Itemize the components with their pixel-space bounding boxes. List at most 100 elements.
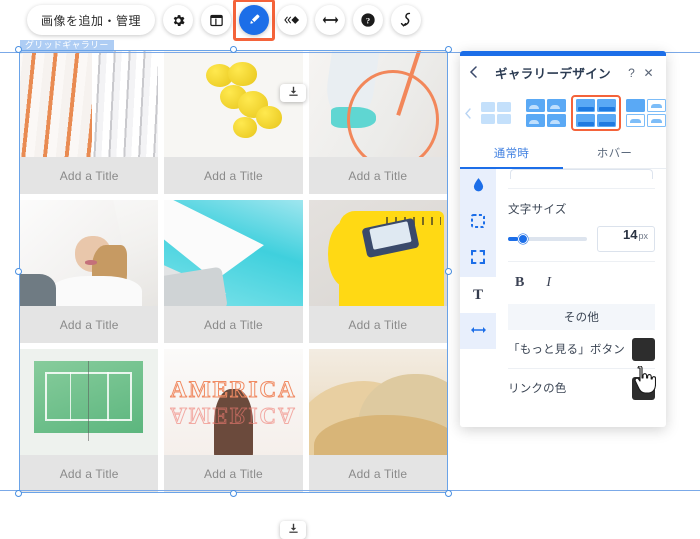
link-color-label: リンクの色 (508, 383, 567, 395)
layout-option-partial[interactable] (471, 95, 521, 131)
resize-handle-mid-left[interactable] (15, 268, 22, 275)
resize-handle-mid-right[interactable] (445, 268, 452, 275)
resize-handle-bottom-center[interactable] (230, 490, 237, 497)
bold-button[interactable]: B (515, 275, 524, 291)
rail-item-text[interactable]: T (460, 277, 496, 313)
panel-back-button[interactable] (469, 65, 483, 80)
more-button-label: 「もっと見る」ボタン (508, 344, 625, 356)
tile-photo (164, 200, 303, 306)
layout-thumb (526, 99, 545, 112)
scrolled-field-remnant (510, 169, 653, 179)
layout-thumb (547, 114, 566, 127)
tile-caption[interactable]: Add a Title (164, 455, 303, 492)
resize-handle-top-right[interactable] (445, 46, 452, 53)
layout-thumb (576, 114, 595, 127)
gallery-tile[interactable]: Add a Title (308, 200, 447, 343)
panel-close-button[interactable]: ✕ (640, 66, 657, 80)
horizontal-arrows-icon (322, 14, 339, 26)
tile-photo (20, 349, 159, 455)
add-manage-images-button[interactable]: 画像を追加・管理 (27, 5, 156, 35)
stretch-handle-top[interactable] (280, 84, 306, 102)
droplet-icon (473, 177, 484, 197)
download-arrow-icon (288, 521, 299, 539)
rail-item-color[interactable] (460, 169, 496, 205)
help-button[interactable]: ? (353, 5, 384, 35)
layout-thumb (481, 102, 495, 112)
building-photo (20, 51, 159, 157)
design-brush-button[interactable] (233, 0, 276, 41)
resize-handle-bottom-left[interactable] (15, 490, 22, 497)
tile-caption[interactable]: Add a Title (308, 455, 447, 492)
font-size-unit: px (638, 231, 648, 241)
gallery-component[interactable]: グリッドギャラリー Add a Title Add a Title Add a … (15, 39, 452, 497)
section-other-header[interactable]: その他 (508, 304, 655, 330)
tile-caption[interactable]: Add a Title (20, 306, 159, 343)
gallery-tile[interactable]: AMERICA AMERICA Add a Title (164, 349, 303, 492)
america-sign-text-reflection: AMERICA (170, 403, 297, 429)
gallery-tile[interactable]: Add a Title (20, 349, 159, 492)
tile-caption[interactable]: Add a Title (308, 306, 447, 343)
sand-dune-photo (308, 349, 447, 455)
more-button-color-swatch[interactable] (632, 337, 655, 361)
tile-photo (308, 51, 447, 157)
gallery-name-badge: グリッドギャラリー (20, 39, 114, 52)
gallery-tile[interactable]: Add a Title (164, 200, 303, 343)
slider-knob[interactable] (518, 234, 529, 244)
rail-item-border[interactable] (460, 205, 496, 241)
link-color-swatch[interactable] (632, 376, 655, 400)
layout-thumb (647, 114, 666, 127)
canvas-guide-line-bottom (0, 490, 700, 491)
resize-handle-top-center[interactable] (230, 46, 237, 53)
tennis-court-photo (20, 349, 159, 455)
resize-handle-top-left[interactable] (15, 46, 22, 53)
layout-prev-button[interactable] (464, 107, 471, 119)
layout-thumb (526, 114, 545, 127)
gallery-tile[interactable]: Add a Title (20, 200, 159, 343)
link-button[interactable] (391, 5, 422, 35)
layout-thumb (597, 114, 616, 127)
option-row-link-color: リンクの色 (508, 369, 655, 407)
rail-item-spacing[interactable] (460, 313, 496, 349)
panel-icon-rail: T (460, 169, 496, 427)
gear-icon (171, 13, 186, 28)
stretch-handle-bottom[interactable] (280, 521, 306, 539)
gallery-tile[interactable]: Add a Title (20, 51, 159, 194)
animation-button[interactable] (277, 5, 308, 35)
rail-item-corners[interactable] (460, 241, 496, 277)
layout-thumb (626, 99, 645, 112)
brush-icon (246, 12, 262, 28)
gallery-tile[interactable]: Add a Title (308, 349, 447, 492)
layout-thumb (497, 102, 511, 112)
panel-header: ギャラリーデザイン ? ✕ (460, 56, 666, 89)
svg-text:?: ? (366, 15, 370, 25)
layout-option-mixed[interactable] (621, 95, 666, 131)
font-size-slider[interactable] (508, 234, 587, 244)
tab-normal[interactable]: 通常時 (460, 137, 563, 168)
tab-hover[interactable]: ホバー (563, 137, 666, 168)
tile-caption[interactable]: Add a Title (164, 157, 303, 194)
settings-gear-button[interactable] (163, 5, 194, 35)
panel-state-tabs: 通常時 ホバー (460, 137, 666, 169)
tile-caption[interactable]: Add a Title (20, 455, 159, 492)
tile-caption[interactable]: Add a Title (164, 306, 303, 343)
tile-caption[interactable]: Add a Title (308, 157, 447, 194)
option-row-more-button: 「もっと見る」ボタン (508, 330, 655, 368)
resize-handle-bottom-right[interactable] (445, 490, 452, 497)
layout-option-grid-caption[interactable] (571, 95, 621, 131)
stretch-button[interactable] (315, 5, 346, 35)
gallery-tile[interactable]: Add a Title (164, 51, 303, 194)
tile-caption[interactable]: Add a Title (20, 157, 159, 194)
layout-thumb (481, 114, 495, 124)
tile-photo (20, 200, 159, 306)
italic-button[interactable]: I (546, 275, 551, 291)
layout-button[interactable] (201, 5, 232, 35)
layout-icon (209, 13, 224, 28)
airplane-wing-photo (164, 200, 303, 306)
layout-thumb (497, 114, 511, 124)
font-size-value: 14 (623, 227, 638, 242)
horizontal-arrows-icon (470, 322, 486, 340)
font-size-input[interactable]: 14 px (597, 226, 655, 252)
gallery-tile[interactable]: Add a Title (308, 51, 447, 194)
panel-help-button[interactable]: ? (623, 66, 640, 80)
layout-option-grid-plain[interactable] (521, 95, 571, 131)
